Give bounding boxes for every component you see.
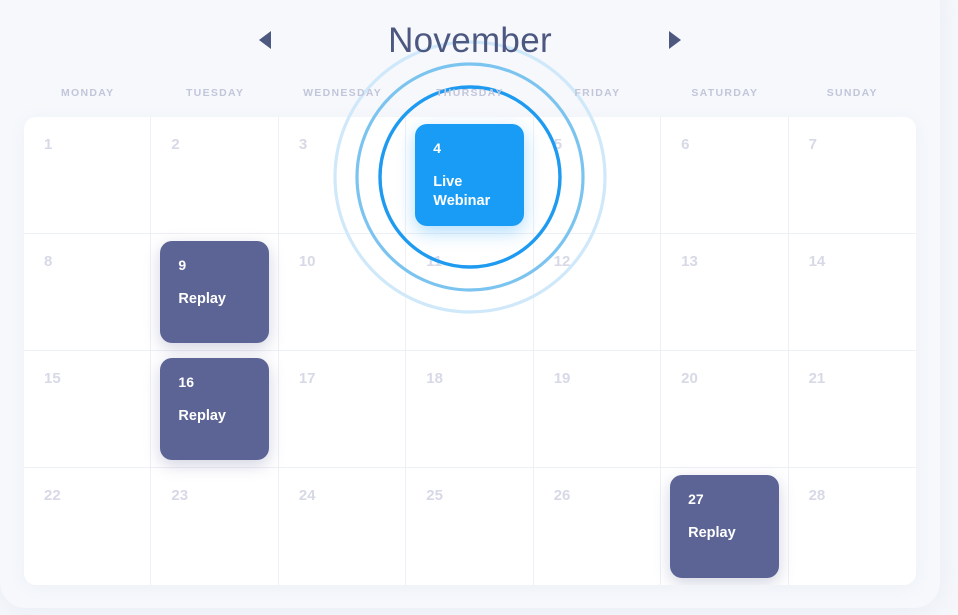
day-number: 17 bbox=[298, 370, 316, 387]
calendar-header: November bbox=[24, 14, 916, 66]
day-number: 26 bbox=[553, 487, 571, 504]
day-number: 6 bbox=[681, 136, 690, 153]
weekday-label-wednesday: WEDNESDAY bbox=[303, 87, 383, 99]
weekday-label-saturday: SATURDAY bbox=[691, 87, 759, 99]
calendar-day-cell[interactable]: 15 bbox=[24, 351, 152, 468]
calendar-day-cell[interactable]: 5 bbox=[533, 117, 662, 234]
calendar-day-cell[interactable]: 1 bbox=[24, 117, 152, 234]
day-number: 10 bbox=[298, 253, 316, 270]
weekday-label-sunday: SUNDAY bbox=[826, 87, 878, 99]
day-number: 25 bbox=[426, 487, 443, 504]
event-card-live[interactable]: 4 Live Webinar bbox=[415, 124, 524, 226]
month-title: November bbox=[388, 20, 552, 60]
triangle-right-icon bbox=[669, 31, 681, 49]
calendar-day-cell[interactable]: 21 bbox=[788, 351, 916, 468]
day-number: 5 bbox=[553, 136, 563, 153]
day-number: 23 bbox=[171, 487, 189, 504]
calendar-day-cell[interactable]: 28 bbox=[789, 468, 916, 585]
day-number: 2 bbox=[171, 136, 180, 153]
event-label: Live Webinar bbox=[433, 174, 491, 210]
calendar-day-cell[interactable]: 18 bbox=[406, 351, 534, 468]
event-day-number: 27 bbox=[688, 491, 704, 507]
day-number: 28 bbox=[808, 487, 826, 504]
day-number: 14 bbox=[808, 253, 826, 270]
calendar-day-cell[interactable]: 1616 Replay bbox=[151, 351, 279, 468]
calendar-day-cell[interactable]: 20 bbox=[661, 351, 789, 468]
day-number: 22 bbox=[44, 487, 61, 504]
calendar-day-cell[interactable]: 13 bbox=[661, 234, 789, 351]
next-month-button[interactable] bbox=[658, 23, 692, 57]
day-number: 15 bbox=[44, 370, 61, 387]
calendar-day-cell[interactable]: 6 bbox=[661, 117, 789, 234]
event-label: Replay bbox=[178, 291, 226, 307]
calendar-day-cell[interactable]: 24 bbox=[279, 468, 407, 585]
calendar-day-cell[interactable]: 25 bbox=[406, 468, 534, 585]
calendar-day-cell[interactable]: 7 bbox=[788, 117, 916, 234]
day-number: 19 bbox=[553, 370, 571, 387]
previous-month-button[interactable] bbox=[248, 23, 282, 57]
event-card-replay[interactable]: 16 Replay bbox=[160, 358, 269, 460]
day-number: 13 bbox=[681, 253, 698, 270]
weekday-label-thursday: THURSDAY bbox=[436, 87, 504, 99]
weekday-label-tuesday: TUESDAY bbox=[185, 87, 245, 99]
day-number: 11 bbox=[426, 253, 443, 270]
calendar-day-cell[interactable]: 22 bbox=[24, 468, 152, 585]
weekday-label-monday: MONDAY bbox=[60, 87, 115, 99]
weekday-label-friday: FRIDAY bbox=[574, 87, 621, 99]
event-day-number: 9 bbox=[178, 257, 187, 273]
day-number: 3 bbox=[298, 136, 308, 153]
calendar-day-cell[interactable]: 26 bbox=[534, 468, 662, 585]
calendar-day-cell[interactable]: 3 bbox=[278, 117, 407, 234]
calendar-day-cell[interactable]: 44 Live Webinar bbox=[406, 117, 534, 234]
calendar-grid: 12344Live Webinar567899Replay10111213141… bbox=[24, 117, 916, 585]
calendar-day-cell[interactable]: 17 bbox=[278, 351, 407, 468]
day-number: 21 bbox=[808, 370, 826, 387]
calendar-day-cell[interactable]: 23 bbox=[151, 468, 279, 585]
calendar-day-cell[interactable]: 11 bbox=[406, 234, 534, 351]
day-number: 24 bbox=[298, 487, 316, 504]
day-number: 18 bbox=[426, 370, 443, 387]
calendar-day-cell[interactable]: 8 bbox=[24, 234, 152, 351]
day-number: 7 bbox=[808, 136, 817, 153]
calendar-day-cell[interactable]: 14 bbox=[788, 234, 916, 351]
calendar-day-cell[interactable]: 2 bbox=[151, 117, 279, 234]
calendar-day-cell[interactable]: 10 bbox=[278, 234, 407, 351]
event-day-number: 16 bbox=[178, 374, 194, 390]
event-label: Replay bbox=[688, 525, 736, 541]
weekday-header-row: MONDAY TUESDAY WEDNESDAY THURSDAY FRIDAY SATU… bbox=[24, 84, 916, 102]
day-number: 20 bbox=[681, 370, 698, 387]
event-card-replay[interactable]: 9 Replay bbox=[160, 241, 269, 343]
calendar-day-cell[interactable]: 12 bbox=[533, 234, 662, 351]
day-number: 1 bbox=[44, 136, 53, 153]
event-card-replay[interactable]: 27 Replay bbox=[670, 475, 779, 578]
day-number: 8 bbox=[44, 253, 53, 270]
event-day-number: 4 bbox=[433, 140, 442, 156]
triangle-left-icon bbox=[259, 31, 271, 49]
event-label: Replay bbox=[178, 408, 226, 424]
calendar-day-cell[interactable]: 2727 Replay bbox=[661, 468, 789, 585]
day-number: 12 bbox=[553, 253, 571, 270]
calendar-day-cell[interactable]: 99 Replay bbox=[151, 234, 279, 351]
calendar-grid-container: 12344Live Webinar567899Replay10111213141… bbox=[24, 117, 916, 585]
calendar-day-cell[interactable]: 19 bbox=[533, 351, 662, 468]
